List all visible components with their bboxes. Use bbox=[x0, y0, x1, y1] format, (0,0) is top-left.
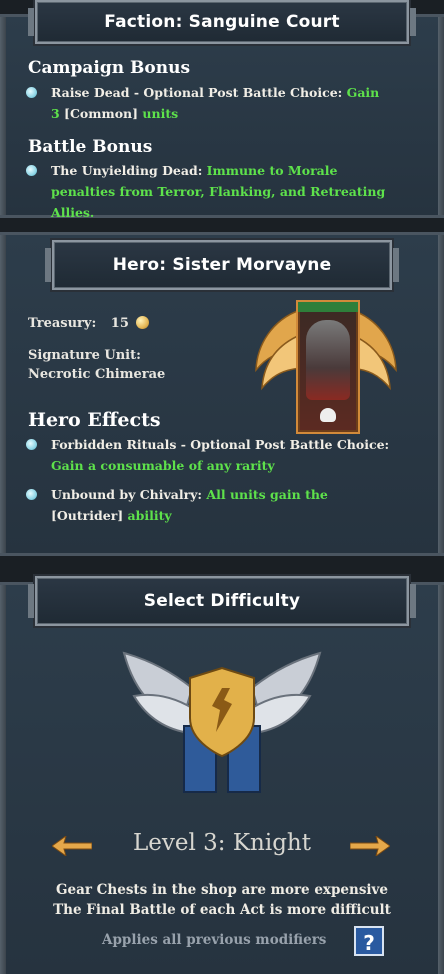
modifier-line: The Final Battle of each Act is more dif… bbox=[53, 902, 391, 918]
treasury-value: 15 bbox=[110, 316, 129, 331]
modifier-line: Gear Chests in the shop are more expensi… bbox=[56, 882, 388, 898]
signature-unit: Necrotic Chimerae bbox=[28, 367, 166, 382]
bullet-dot-icon bbox=[26, 87, 37, 98]
skull-icon bbox=[320, 408, 336, 422]
treasury-row: Treasury: 15 bbox=[28, 316, 150, 331]
bullet-dot-icon bbox=[26, 489, 37, 500]
bullet-dot-icon bbox=[26, 439, 37, 450]
left-wing-icon bbox=[255, 308, 301, 391]
bullet-dot-icon bbox=[26, 165, 37, 176]
campaign-bonus-heading: Campaign Bonus bbox=[28, 58, 191, 78]
help-icon[interactable]: ? bbox=[354, 926, 384, 956]
hero-banner: Hero: Sister Morvayne bbox=[45, 240, 399, 290]
difficulty-description: Gear Chests in the shop are more expensi… bbox=[0, 880, 444, 920]
campaign-bonus-item: Raise Dead - Optional Post Battle Choice… bbox=[26, 82, 404, 124]
treasury-label: Treasury: bbox=[28, 316, 97, 331]
hero-effects-heading: Hero Effects bbox=[28, 409, 161, 431]
signature-unit-block: Signature Unit: Necrotic Chimerae bbox=[28, 346, 165, 384]
signature-label: Signature Unit: bbox=[28, 348, 141, 363]
winged-shield-emblem bbox=[122, 651, 322, 793]
faction-title: Faction: Sanguine Court bbox=[104, 12, 340, 32]
arrow-right-icon[interactable] bbox=[350, 836, 390, 856]
gold-coin-icon bbox=[136, 316, 150, 329]
applies-note: Applies all previous modifiers bbox=[102, 932, 327, 948]
hero-title: Hero: Sister Morvayne bbox=[112, 255, 332, 275]
difficulty-title: Select Difficulty bbox=[143, 591, 301, 611]
difficulty-banner: Select Difficulty bbox=[28, 576, 416, 626]
battle-bonus-heading: Battle Bonus bbox=[28, 137, 153, 157]
faction-banner: Faction: Sanguine Court bbox=[28, 0, 416, 44]
hero-figure bbox=[306, 320, 350, 400]
hero-effect-item: Unbound by Chivalry: All units gain the … bbox=[26, 484, 404, 526]
hero-effect-item: Forbidden Rituals - Optional Post Battle… bbox=[26, 434, 404, 476]
hero-portrait[interactable] bbox=[296, 300, 360, 434]
battle-bonus-item: The Unyielding Dead: Immune to Morale pe… bbox=[26, 160, 404, 223]
